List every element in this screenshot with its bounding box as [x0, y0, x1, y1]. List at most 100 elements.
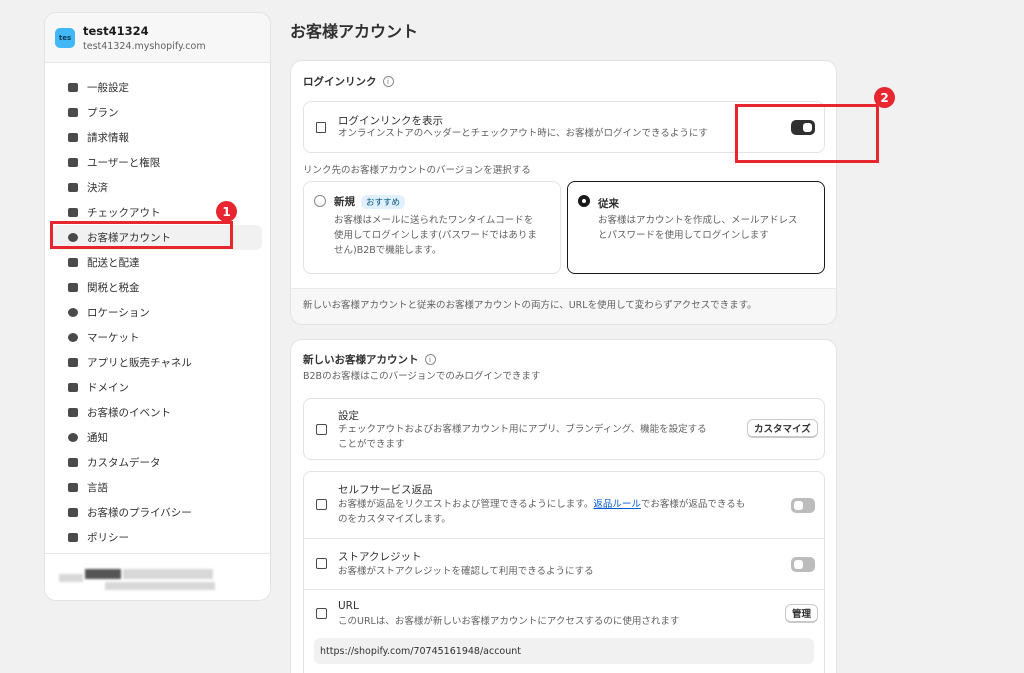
option-classic-accounts[interactable]: 従来 お客様はアカウントを作成し、メールアドレス とパスワードを使用してログイン… — [567, 181, 825, 274]
option-classic-desc: お客様はアカウントを作成し、メールアドレス とパスワードを使用してログインします — [598, 213, 798, 243]
manage-button[interactable]: 管理 — [785, 604, 819, 623]
policy-icon — [67, 532, 79, 544]
nav-label: お客様のイベント — [87, 407, 171, 419]
store-credit-icon — [316, 558, 327, 569]
store-icon — [67, 82, 79, 94]
annotation-marker-2: 2 — [874, 87, 895, 108]
store-domain: test41324.myshopify.com — [83, 40, 206, 52]
return-rules-link[interactable]: 返品ルール — [593, 499, 641, 510]
store-name: test41324 — [83, 23, 149, 38]
nav-label: カスタムデータ — [87, 457, 161, 469]
nav-item-plan[interactable]: プラン — [53, 100, 262, 125]
billing-icon — [67, 132, 79, 144]
nav-item-users[interactable]: ユーザーと権限 — [53, 150, 262, 175]
settings-row: 設定 チェックアウトおよびお客様アカウント用にアプリ、ブランディング、機能を設定… — [303, 398, 825, 460]
new-accounts-subtitle: B2Bのお客様はこのバージョンでのみログインできます — [303, 371, 541, 382]
store-credit-desc: お客様がストアクレジットを確認して利用できるようにする — [338, 566, 594, 577]
truck-icon — [67, 257, 79, 269]
store-switcher[interactable]: tes test41324 test41324.myshopify.com — [45, 13, 270, 63]
customize-button[interactable]: カスタマイズ — [747, 419, 818, 438]
nav-label: アプリと販売チャネル — [87, 357, 192, 369]
version-prompt: リンク先のお客様アカウントのバージョンを選択する — [303, 165, 531, 176]
option-new-accounts[interactable]: 新規 おすすめ お客様はメールに送られたワンタイムコードを 使用してログインします… — [303, 181, 561, 274]
annotation-highlight-1 — [50, 221, 233, 249]
nav-label: 請求情報 — [87, 132, 129, 144]
tax-icon — [67, 282, 79, 294]
nav-label: 一般設定 — [87, 82, 129, 94]
blurred-email — [105, 582, 215, 590]
nav-item-markets[interactable]: マーケット — [53, 325, 262, 350]
nav-label: 決済 — [87, 182, 108, 194]
divider — [304, 589, 824, 590]
page-title: お客様アカウント — [290, 22, 419, 41]
bell-icon — [67, 432, 79, 444]
nav-item-notifications[interactable]: 通知 — [53, 425, 262, 450]
account-url-field[interactable]: https://shopify.com/70745161948/account — [314, 638, 814, 664]
language-icon — [67, 482, 79, 494]
store-credit-title: ストアクレジット — [338, 551, 422, 563]
settings-nav: 一般設定 プラン 請求情報 ユーザーと権限 決済 チェックアウト お客様アカウン… — [45, 63, 270, 550]
user-profile-blurred[interactable] — [45, 553, 270, 600]
settings-desc: チェックアウトおよびお客様アカウント用にアプリ、ブランディング、機能を設定する … — [338, 422, 707, 452]
show-login-link-desc: オンラインストアのヘッダーとチェックアウト時に、お客様がログインできるようにす — [338, 128, 708, 139]
nav-item-shipping[interactable]: 配送と配達 — [53, 250, 262, 275]
nav-item-custom-data[interactable]: カスタムデータ — [53, 450, 262, 475]
nav-item-taxes[interactable]: 関税と税金 — [53, 275, 262, 300]
returns-desc-line2: のをカスタマイズします。 — [338, 514, 451, 525]
paint-icon — [316, 424, 327, 435]
option-new-title: 新規 — [334, 196, 355, 208]
nav-item-domains[interactable]: ドメイン — [53, 375, 262, 400]
desc-line: せん)B2Bで機能します。 — [334, 245, 442, 256]
nav-item-policies[interactable]: ポリシー — [53, 525, 262, 550]
settings-title: 設定 — [338, 410, 359, 422]
store-credit-toggle[interactable] — [791, 557, 815, 572]
lock-icon — [67, 507, 79, 519]
store-avatar: tes — [55, 27, 75, 48]
nav-item-languages[interactable]: 言語 — [53, 475, 262, 500]
data-icon — [67, 457, 79, 469]
divider — [304, 538, 824, 539]
login-link-card: ログインリンク i ログインリンクを表示 オンラインストアのヘッダーとチェックア… — [290, 60, 837, 325]
chart-icon — [67, 107, 79, 119]
url-desc: このURLは、お客様が新しいお客様アカウントにアクセスするのに使用されます — [338, 616, 680, 627]
new-accounts-card: 新しいお客様アカウント i B2Bのお客様はこのバージョンでのみログインできます… — [290, 339, 837, 673]
desc-line: ことができます — [338, 439, 405, 450]
nav-item-payments[interactable]: 決済 — [53, 175, 262, 200]
card-title: 新しいお客様アカウント — [303, 354, 419, 366]
returns-desc-text: お客様が返品をリクエストおよび管理できるようにします。 — [338, 499, 594, 510]
option-new-desc: お客様はメールに送られたワンタイムコードを 使用してログインします(パスワードで… — [334, 213, 537, 258]
desc-line: チェックアウトおよびお客様アカウント用にアプリ、ブランディング、機能を設定する — [338, 424, 707, 435]
info-icon[interactable]: i — [382, 76, 394, 87]
domain-icon — [67, 382, 79, 394]
returns-desc-text: でお客様が返品できるも — [640, 499, 746, 510]
blurred-name — [123, 569, 213, 579]
users-icon — [67, 157, 79, 169]
nav-label: マーケット — [87, 332, 140, 344]
nav-item-billing[interactable]: 請求情報 — [53, 125, 262, 150]
login-link-header: ログインリンク i — [303, 74, 394, 89]
desc-line: お客様はメールに送られたワンタイムコードを — [334, 215, 534, 226]
returns-toggle[interactable] — [791, 498, 815, 513]
returns-desc: お客様が返品をリクエストおよび管理できるようにします。返品ルールでお客様が返品で… — [338, 497, 783, 527]
option-new-header: 新規 おすすめ — [334, 194, 406, 209]
nav-item-apps[interactable]: アプリと販売チャネル — [53, 350, 262, 375]
events-icon — [67, 407, 79, 419]
returns-title: セルフサービス返品 — [338, 484, 433, 496]
nav-item-customer-events[interactable]: お客様のイベント — [53, 400, 262, 425]
features-group: セルフサービス返品 お客様が返品をリクエストおよび管理できるようにします。返品ル… — [303, 471, 825, 673]
new-accounts-header: 新しいお客様アカウント i — [303, 352, 436, 367]
nav-item-general[interactable]: 一般設定 — [53, 75, 262, 100]
info-icon[interactable]: i — [424, 354, 436, 365]
nav-item-privacy[interactable]: お客様のプライバシー — [53, 500, 262, 525]
footer-note: 新しいお客様アカウントと従来のお客様アカウントの両方に、URLを使用して変わらず… — [303, 300, 757, 311]
recommended-badge: おすすめ — [361, 195, 406, 209]
globe-icon — [67, 332, 79, 344]
login-card-footer: 新しいお客様アカウントと従来のお客様アカウントの両方に、URLを使用して変わらず… — [291, 288, 836, 324]
radio-new[interactable] — [314, 195, 326, 207]
nav-item-locations[interactable]: ロケーション — [53, 300, 262, 325]
returns-icon — [316, 499, 327, 510]
login-arrow-icon — [316, 122, 326, 133]
radio-classic[interactable] — [578, 195, 590, 207]
nav-label: ロケーション — [87, 307, 150, 319]
nav-label: 通知 — [87, 432, 108, 444]
